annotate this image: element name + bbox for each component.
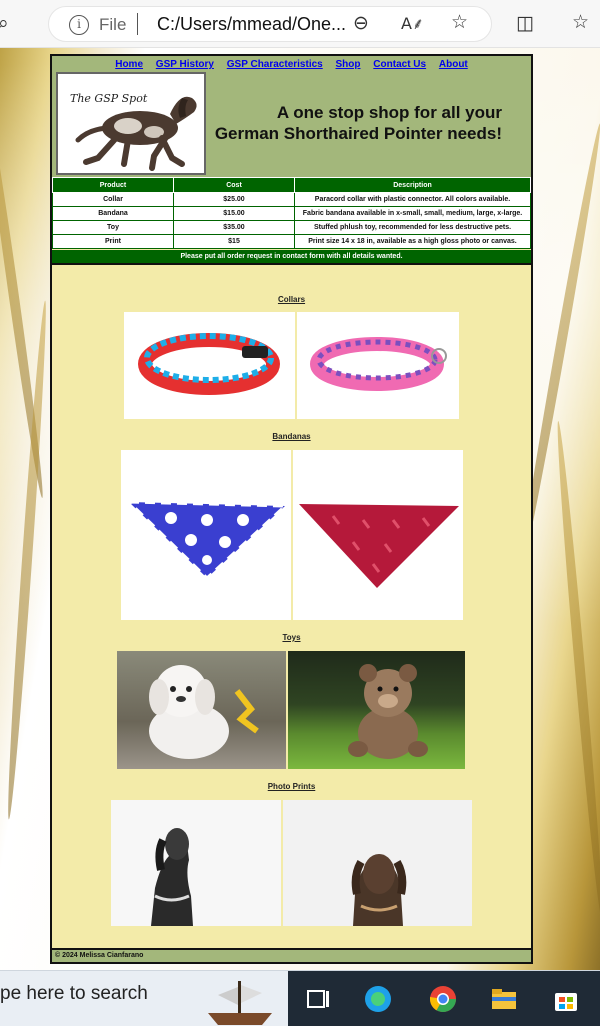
web-page: Home GSP History GSP Characteristics Sho… [50, 54, 533, 964]
nav-about-link[interactable]: About [439, 59, 468, 70]
product-cell: Collar [52, 192, 174, 207]
task-view-icon[interactable] [304, 985, 332, 1013]
toy-photo-white-dog [117, 651, 286, 769]
section-title-prints: Photo Prints [267, 782, 316, 791]
print-photo-color [283, 800, 472, 926]
product-cell: Print [52, 234, 174, 249]
color-pointer-portrait-image [351, 854, 407, 926]
col-cost-header: Cost [173, 177, 295, 193]
section-title-collars: Collars [277, 295, 306, 304]
red-blue-collar-image [138, 333, 280, 395]
file-explorer-icon[interactable] [490, 985, 518, 1013]
read-aloud-icon[interactable]: A⸙ [401, 12, 424, 34]
pirate-ship-icon [208, 981, 272, 1025]
table-row: Print $15 Print size 14 x 18 in, availab… [52, 234, 531, 249]
file-label: File [99, 15, 127, 34]
tagline: A one stop shop for all your German Shor… [202, 102, 502, 144]
pink-purple-collar-image [310, 337, 447, 391]
site-logo: The GSP Spot [56, 72, 206, 175]
toy-photo-teddy-bear [288, 651, 465, 769]
split-screen-icon[interactable]: ◫ [516, 12, 534, 34]
table-row: Collar $25.00 Paracord collar with plast… [52, 192, 531, 207]
blue-bandana-image [125, 500, 289, 581]
site-header: Home GSP History GSP Characteristics Sho… [52, 56, 531, 177]
nav-home-link[interactable]: Home [115, 59, 143, 70]
price-table: Product Cost Description Collar $25.00 P… [52, 177, 531, 249]
favorites-icon[interactable]: ☆ [572, 11, 589, 33]
product-cell: Toy [52, 220, 174, 235]
description-cell: Print size 14 x 18 in, available as a hi… [294, 234, 531, 249]
windows-taskbar: pe here to search [0, 970, 600, 1026]
search-icon[interactable]: ⌕ [0, 12, 9, 34]
cost-cell: $25.00 [173, 192, 295, 207]
collar-photo-red-blue [124, 312, 295, 419]
table-row: Bandana $15.00 Fabric bandana available … [52, 206, 531, 221]
description-cell: Stuffed phlush toy, recommended for less… [294, 220, 531, 235]
bandana-photo-blue [121, 450, 291, 620]
pointer-dog-illustration [75, 96, 197, 171]
info-icon[interactable]: i [69, 15, 89, 35]
section-title-toys: Toys [282, 633, 301, 642]
description-cell: Fabric bandana available in x-small, sma… [294, 206, 531, 221]
white-plush-dog-image [149, 665, 259, 759]
tagline-line-1: A one stop shop for all your [276, 103, 502, 122]
zoom-out-icon[interactable]: ⊖ [353, 12, 369, 34]
print-photo-black-white [111, 800, 281, 926]
bandana-photo-red [293, 450, 463, 620]
edge-icon[interactable] [364, 985, 392, 1013]
browser-toolbar: ⌕ i File C:/Users/mmead/One... ⊖ A⸙ ☆ ◫ … [0, 0, 600, 48]
taskbar-search-box[interactable]: pe here to search [0, 983, 148, 1005]
nav-history-link[interactable]: GSP History [156, 59, 214, 70]
address-bar[interactable]: i File C:/Users/mmead/One... ⊖ A⸙ ☆ [48, 6, 492, 42]
col-description-header: Description [294, 177, 531, 193]
cost-cell: $35.00 [173, 220, 295, 235]
cost-cell: $15.00 [173, 206, 295, 221]
shop-content: Collars Bandanas Toys Photo Prints [52, 263, 531, 949]
collar-photo-pink-purple [297, 312, 459, 419]
nav-contact-link[interactable]: Contact Us [373, 59, 426, 70]
red-bandana-image [299, 504, 459, 588]
nav-shop-link[interactable]: Shop [336, 59, 361, 70]
site-footer: © 2024 Melissa Cianfarano [52, 948, 531, 962]
nav-bar: Home GSP History GSP Characteristics Sho… [52, 59, 531, 70]
taskbar-apps [288, 971, 600, 1026]
col-product-header: Product [52, 177, 174, 193]
table-row: Toy $35.00 Stuffed phlush toy, recommend… [52, 220, 531, 235]
store-icon[interactable] [552, 985, 580, 1013]
url-text[interactable]: C:/Users/mmead/One... [157, 14, 346, 35]
favorite-star-icon[interactable]: ☆ [451, 11, 468, 33]
order-notice: Please put all order request in contact … [52, 250, 531, 263]
chrome-icon[interactable] [429, 985, 457, 1013]
logo-text: The GSP Spot [70, 92, 148, 105]
description-cell: Paracord collar with plastic connector. … [294, 192, 531, 207]
teddy-bear-image [348, 664, 428, 759]
section-title-bandanas: Bandanas [272, 432, 311, 441]
tagline-line-2: German Shorthaired Pointer needs! [214, 124, 502, 143]
nav-characteristics-link[interactable]: GSP Characteristics [227, 59, 323, 70]
cost-cell: $15 [173, 234, 295, 249]
address-separator [137, 13, 138, 35]
table-header-row: Product Cost Description [52, 177, 531, 193]
product-cell: Bandana [52, 206, 174, 221]
bw-pointer-portrait-image [151, 828, 193, 926]
